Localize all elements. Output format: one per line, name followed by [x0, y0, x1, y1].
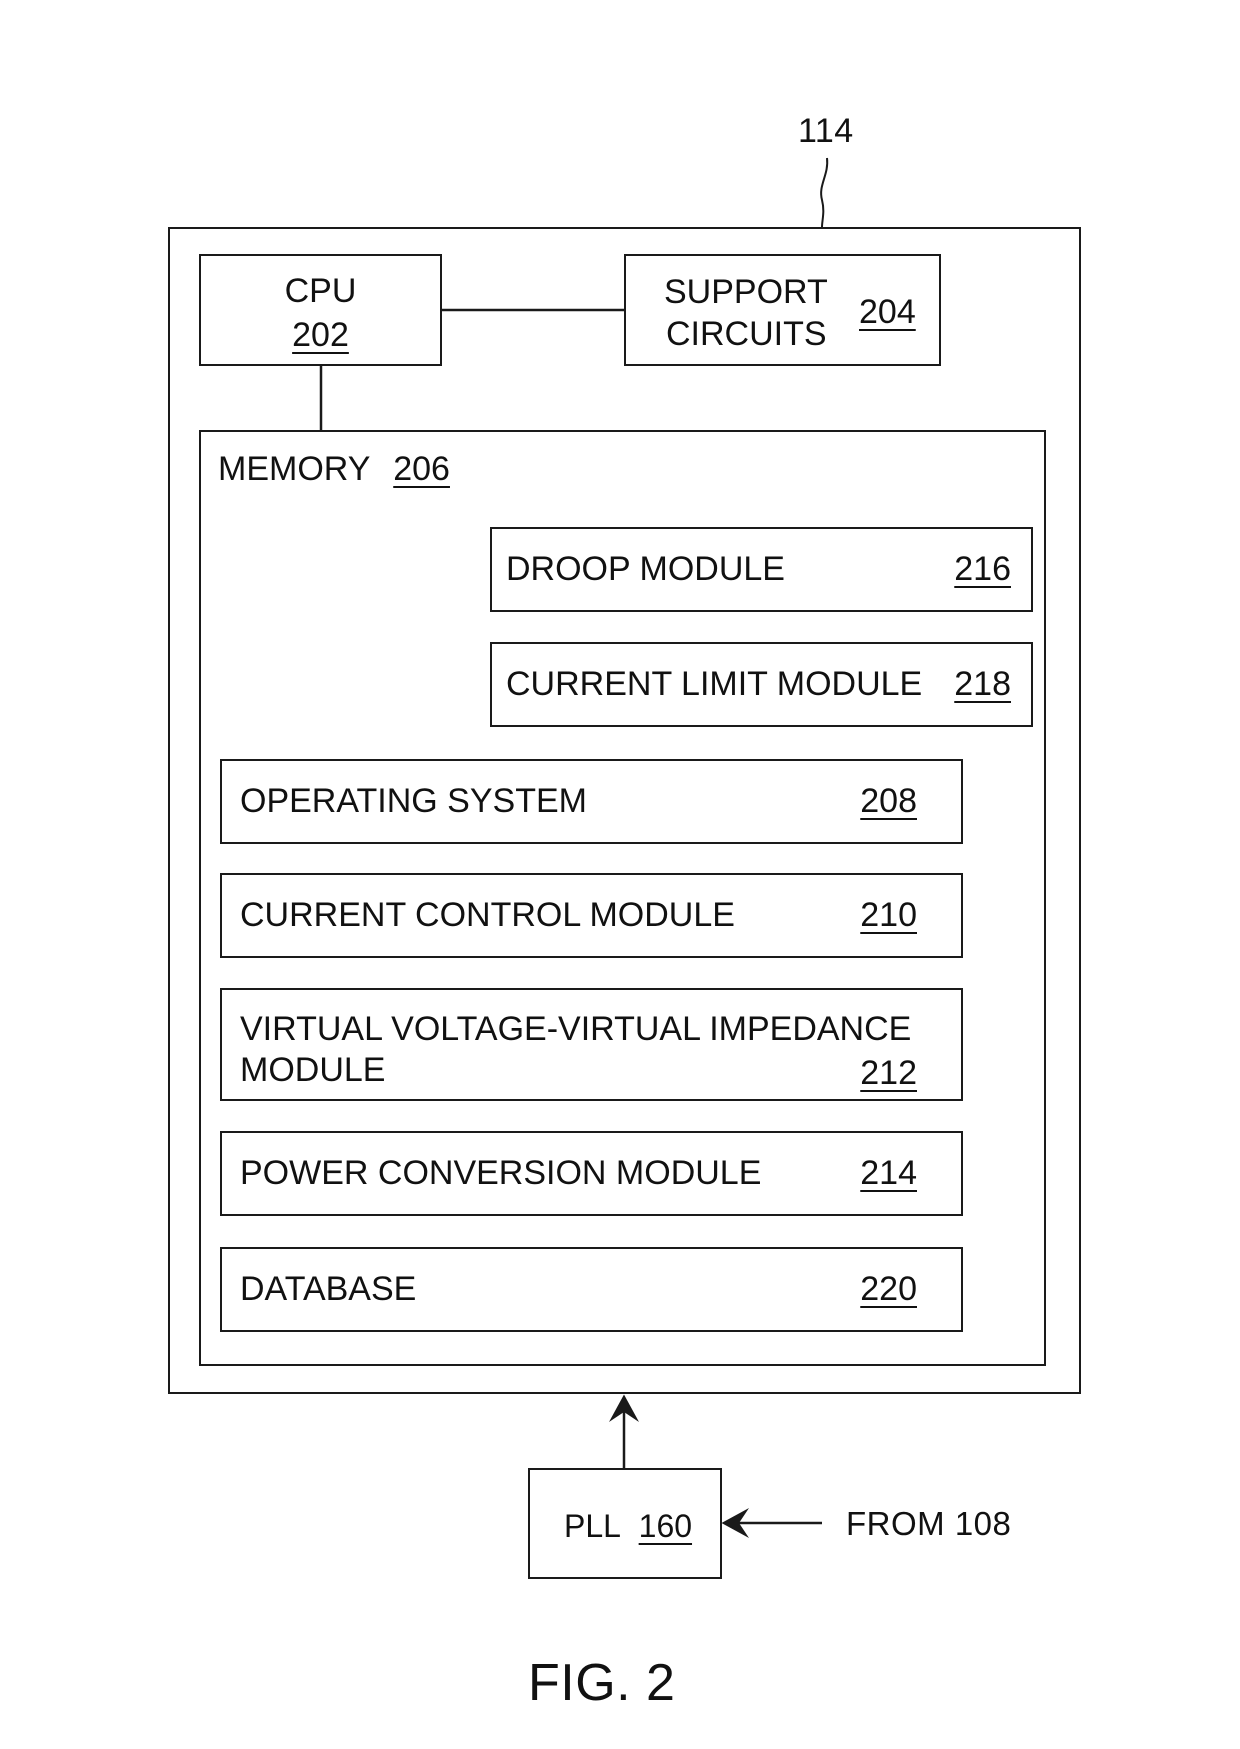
support-circuits-box: SUPPORT CIRCUITS 204: [624, 254, 941, 366]
cpu-box: CPU 202: [199, 254, 442, 366]
virtual-impedance-label-line2: MODULE: [240, 1051, 386, 1089]
operating-system-box: OPERATING SYSTEM 208: [220, 759, 963, 844]
pll-ref: 160: [638, 1508, 693, 1544]
droop-module-box: DROOP MODULE 216: [490, 527, 1033, 612]
figure-caption: FIG. 2: [528, 1654, 676, 1712]
droop-module-ref: 216: [954, 550, 1011, 588]
pll-label: PLL: [564, 1508, 620, 1544]
power-conversion-module-ref: 214: [860, 1154, 917, 1192]
database-ref: 220: [860, 1270, 917, 1308]
current-control-module-label: CURRENT CONTROL MODULE: [240, 896, 735, 934]
current-limit-module-label: CURRENT LIMIT MODULE: [506, 665, 923, 703]
pll-box: PLL 160: [528, 1468, 722, 1579]
virtual-impedance-ref: 212: [860, 1054, 917, 1092]
operating-system-ref: 208: [860, 782, 917, 820]
virtual-impedance-label-line1: VIRTUAL VOLTAGE-VIRTUAL IMPEDANCE: [240, 1010, 912, 1048]
droop-module-label: DROOP MODULE: [506, 550, 785, 588]
support-ref: 204: [859, 293, 916, 331]
operating-system-label: OPERATING SYSTEM: [240, 782, 587, 820]
cpu-label: CPU: [284, 272, 357, 310]
memory-label: MEMORY: [218, 450, 370, 488]
current-control-module-ref: 210: [860, 896, 917, 934]
database-box: DATABASE 220: [220, 1247, 963, 1332]
virtual-impedance-module-box: VIRTUAL VOLTAGE-VIRTUAL IMPEDANCE MODULE…: [220, 988, 963, 1101]
current-limit-module-box: CURRENT LIMIT MODULE 218: [490, 642, 1033, 727]
support-label-line2: CIRCUITS: [666, 315, 827, 353]
power-conversion-module-label: POWER CONVERSION MODULE: [240, 1154, 762, 1192]
current-limit-module-ref: 218: [954, 665, 1011, 703]
support-label-line1: SUPPORT: [664, 273, 828, 311]
memory-ref: 206: [393, 450, 450, 488]
input-source-label: FROM 108: [846, 1505, 1012, 1542]
power-conversion-module-box: POWER CONVERSION MODULE 214: [220, 1131, 963, 1216]
system-leader-line: [820, 157, 829, 228]
database-label: DATABASE: [240, 1270, 417, 1308]
cpu-ref: 202: [292, 316, 349, 354]
current-control-module-box: CURRENT CONTROL MODULE 210: [220, 873, 963, 958]
system-ref-label: 114: [798, 112, 854, 150]
